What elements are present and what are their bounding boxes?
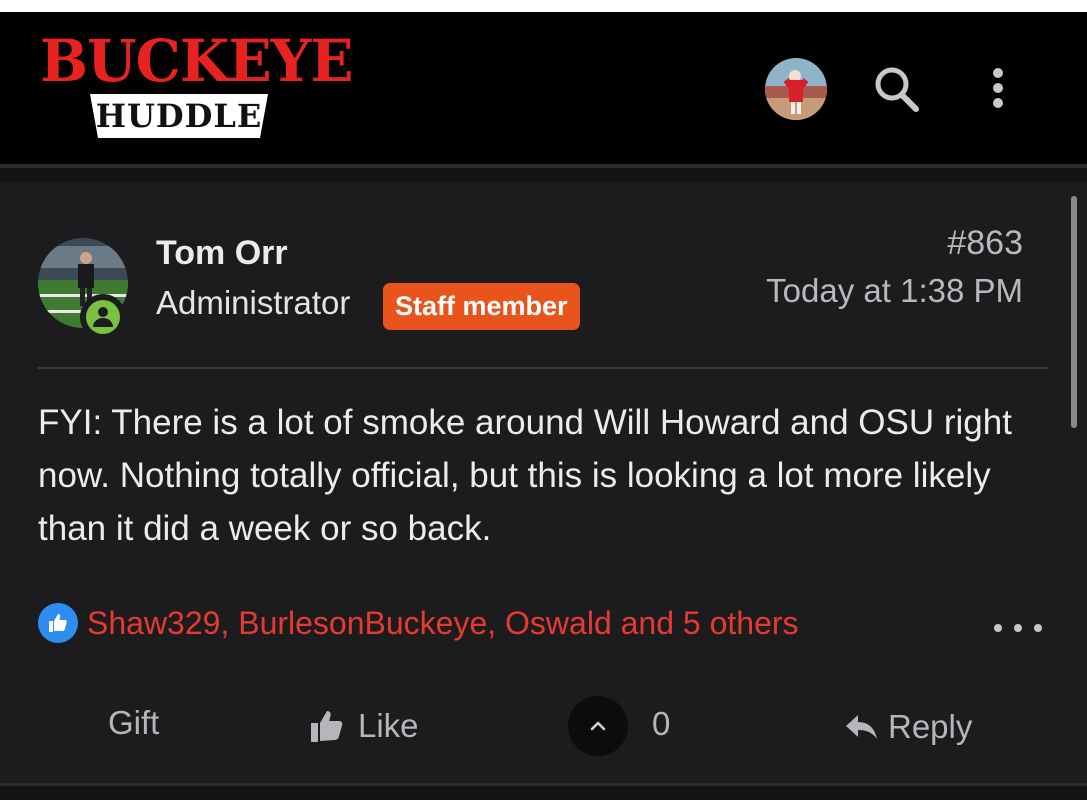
vote-count: 0 <box>652 705 671 742</box>
next-post-gap <box>0 786 1087 800</box>
post-divider <box>38 367 1049 369</box>
search-button[interactable] <box>866 60 926 120</box>
user-avatar[interactable] <box>765 58 827 120</box>
like-label: Like <box>358 707 419 744</box>
chevron-up-icon <box>590 721 606 731</box>
like-button[interactable]: Like <box>308 706 419 746</box>
author-name[interactable]: Tom Orr <box>156 234 288 273</box>
thumbs-up-icon <box>311 711 343 742</box>
reply-icon <box>846 715 877 739</box>
user-avatar-image <box>765 58 827 120</box>
more-horizontal-icon <box>994 624 1042 632</box>
upvote-button[interactable] <box>568 696 628 756</box>
gift-button[interactable]: Gift <box>108 704 159 742</box>
logo-wordmark-top: BUCKEYE <box>40 27 354 95</box>
reactions-summary[interactable]: Shaw329, BurlesonBuckeye, Oswald and 5 o… <box>38 600 799 646</box>
post-timestamp[interactable]: Today at 1:38 PM <box>766 272 1023 310</box>
more-options-button[interactable] <box>978 60 1018 120</box>
site-logo[interactable]: BUCKEYE HUDDLE <box>38 26 354 141</box>
search-icon <box>875 67 919 112</box>
reactions-users: Shaw329, BurlesonBuckeye, Oswald and 5 o… <box>87 604 799 641</box>
author-role: Administrator <box>156 284 351 321</box>
reply-button[interactable]: Reply <box>844 708 972 746</box>
staff-badge: Staff member <box>383 283 580 330</box>
top-strip <box>0 0 1087 12</box>
content-gap <box>0 168 1087 182</box>
reply-label: Reply <box>888 708 973 745</box>
logo-wordmark-bottom: HUDDLE <box>95 97 263 135</box>
gift-label: Gift <box>108 704 160 741</box>
post-more-button[interactable] <box>992 618 1046 638</box>
post-actions: Gift Like 0 Reply <box>0 690 1087 764</box>
post-body: FYI: There is a lot of smoke around Will… <box>38 403 1012 548</box>
scrollbar[interactable] <box>1071 196 1077 428</box>
post-number-link[interactable]: #863 <box>947 224 1023 263</box>
online-status-icon <box>86 300 120 334</box>
online-status <box>80 294 126 340</box>
like-badge-icon <box>38 603 78 643</box>
more-vertical-icon <box>993 68 1003 108</box>
